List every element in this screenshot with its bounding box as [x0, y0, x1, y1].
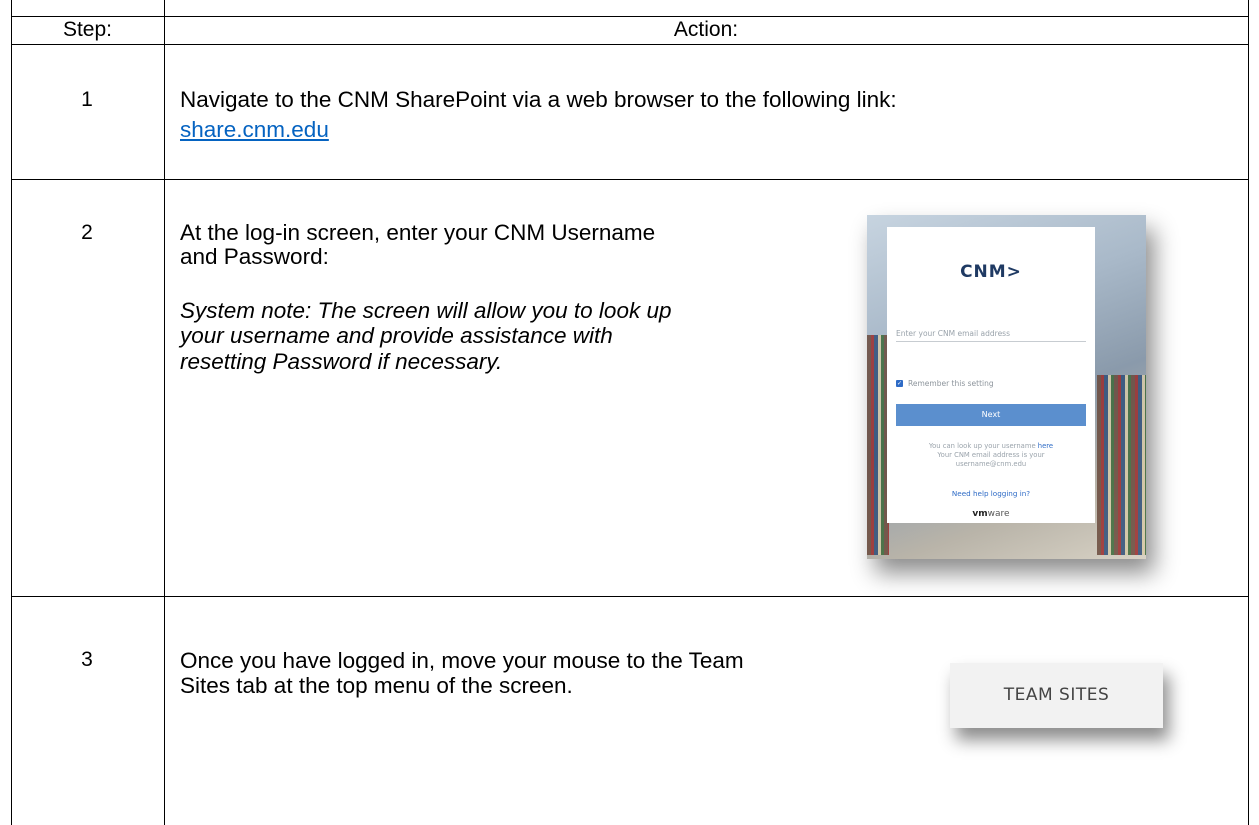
system-note-line-3: resetting Password if necessary. [180, 349, 503, 374]
help-text-1: You can look up your username here [887, 442, 1095, 451]
help-text-1a: You can look up your username [928, 442, 1038, 450]
sharepoint-link[interactable]: share.cnm.edu [180, 117, 329, 142]
step-number-1: 1 [81, 88, 93, 111]
step-2-line-2: and Password: [180, 244, 329, 269]
vmware-logo-ware: ware [987, 509, 1010, 519]
team-sites-tab[interactable]: TEAM SITES [950, 685, 1163, 705]
login-card: CNM> Enter your CNM email address ✓ Reme… [887, 227, 1095, 523]
team-sites-screenshot: TEAM SITES [950, 663, 1163, 728]
header-step: Step: [62, 18, 113, 41]
column-divider [164, 0, 165, 825]
help-text-2: Your CNM email address is your [937, 451, 1045, 459]
header-action: Action: [673, 18, 739, 41]
email-field[interactable]: Enter your CNM email address [896, 329, 1010, 338]
table-border-top [11, 16, 1249, 17]
remember-label: Remember this setting [908, 379, 994, 388]
next-button[interactable]: Next [896, 404, 1086, 426]
bookshelf-right [1097, 375, 1146, 555]
step-number-3: 3 [81, 648, 93, 671]
remember-checkbox[interactable]: ✓ [896, 380, 903, 387]
need-help-link[interactable]: Need help logging in? [887, 489, 1095, 498]
help-text-3: username@cnm.edu [955, 460, 1027, 468]
row-divider-1 [11, 179, 1249, 180]
step-1-link-wrap: share.cnm.edu [180, 116, 329, 143]
system-note-line-2: your username and provide assistance wit… [180, 323, 613, 348]
step-number-2: 2 [81, 221, 93, 244]
vmware-logo-vm: vm [972, 509, 988, 519]
step-1-instruction: Navigate to the CNM SharePoint via a web… [180, 87, 897, 112]
system-note-line-1: System note: The screen will allow you t… [180, 298, 672, 323]
table-border-left [11, 0, 12, 825]
login-screenshot: CNM> Enter your CNM email address ✓ Reme… [867, 215, 1146, 559]
bookshelf-left [867, 335, 889, 555]
vmware-logo: vmware [887, 509, 1095, 519]
step-2-line-1: At the log-in screen, enter your CNM Use… [180, 220, 656, 245]
cnm-logo: CNM> [960, 262, 1022, 282]
lookup-here-link[interactable]: here [1038, 442, 1053, 450]
step-3-line-2: Sites tab at the top menu of the screen. [180, 673, 573, 698]
step-3-line-1: Once you have logged in, move your mouse… [180, 648, 744, 673]
email-underline [896, 341, 1086, 342]
table-border-right [1248, 0, 1249, 825]
row-divider-2 [11, 596, 1249, 597]
